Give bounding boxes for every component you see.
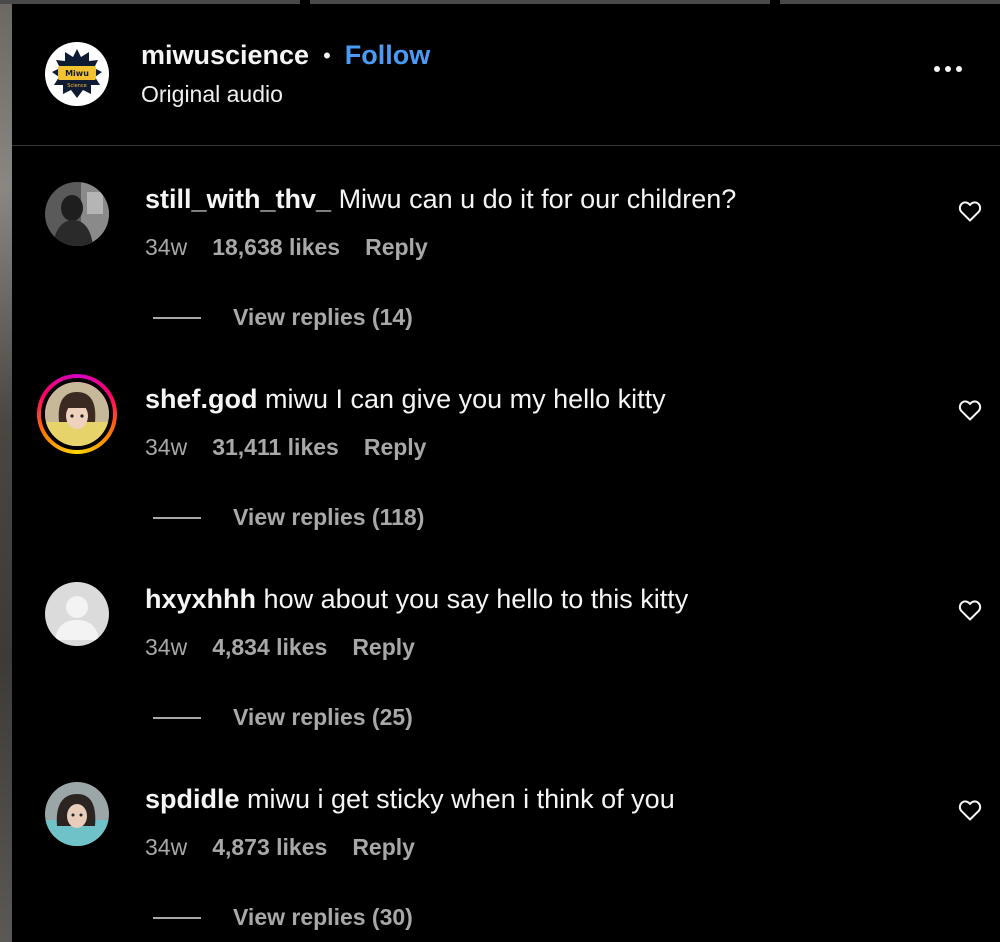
comment-age: 34w	[145, 834, 188, 860]
comment-username[interactable]: hxyxhhh	[145, 584, 256, 614]
view-replies-label: View replies (30)	[233, 904, 413, 930]
comment-age: 34w	[145, 434, 188, 460]
comment-text-line: still_with_thv_ Miwu can u do it for our…	[145, 184, 736, 215]
view-replies-button[interactable]: View replies (30)	[153, 904, 413, 931]
comment-body: miwu I can give you my hello kitty	[265, 384, 666, 414]
account-name[interactable]: miwuscience	[141, 40, 309, 71]
comment-body: miwu i get sticky when i think of you	[247, 784, 675, 814]
comment-text-line: hxyxhhh how about you say hello to this …	[145, 584, 688, 615]
view-replies-label: View replies (25)	[233, 704, 413, 730]
original-audio-link[interactable]: Original audio	[141, 81, 283, 108]
comment-meta: 34w 31,411 likes Reply	[145, 434, 451, 461]
reply-button[interactable]: Reply	[352, 634, 415, 661]
commenter-avatar[interactable]	[45, 182, 109, 246]
comment-likes[interactable]: 18,638 likes	[212, 234, 340, 261]
comment-item: shef.god miwu I can give you my hello ki…	[12, 346, 1000, 546]
heart-icon[interactable]	[958, 599, 982, 621]
comment-item: spdidle miwu i get sticky when i think o…	[12, 746, 1000, 942]
comment-username[interactable]: still_with_thv_	[145, 184, 331, 214]
reply-button[interactable]: Reply	[352, 834, 415, 861]
reply-button[interactable]: Reply	[364, 434, 427, 461]
account-avatar[interactable]: Miwu Science	[45, 42, 109, 106]
comment-text-line: shef.god miwu I can give you my hello ki…	[145, 384, 666, 415]
comment-age: 34w	[145, 634, 188, 660]
comment-likes[interactable]: 4,834 likes	[212, 634, 327, 661]
comment-meta: 34w 4,834 likes Reply	[145, 634, 440, 661]
svg-text:Miwu: Miwu	[65, 69, 89, 78]
heart-icon[interactable]	[958, 799, 982, 821]
comment-age: 34w	[145, 234, 188, 260]
miwu-science-logo: Miwu Science	[52, 49, 102, 98]
view-replies-label: View replies (118)	[233, 504, 425, 530]
comment-body: Miwu can u do it for our children?	[338, 184, 737, 214]
heart-icon[interactable]	[958, 399, 982, 421]
comment-likes[interactable]: 31,411 likes	[212, 434, 339, 461]
comment-item: still_with_thv_ Miwu can u do it for our…	[12, 146, 1000, 346]
commenter-avatar[interactable]	[45, 782, 109, 846]
commenter-avatar-story-ring[interactable]	[37, 374, 117, 454]
replies-divider-line	[153, 916, 201, 919]
view-replies-button[interactable]: View replies (118)	[153, 504, 424, 531]
separator-dot: •	[323, 42, 331, 68]
commenter-avatar-default[interactable]	[45, 582, 109, 646]
replies-divider-line	[153, 516, 201, 519]
view-replies-label: View replies (14)	[233, 304, 413, 330]
comment-meta: 34w 4,873 likes Reply	[145, 834, 440, 861]
heart-icon[interactable]	[958, 200, 982, 222]
comment-item: hxyxhhh how about you say hello to this …	[12, 546, 1000, 746]
comment-username[interactable]: spdidle	[145, 784, 240, 814]
replies-divider-line	[153, 316, 201, 319]
comment-body: how about you say hello to this kitty	[263, 584, 689, 614]
comment-username[interactable]: shef.god	[145, 384, 258, 414]
comment-text-line: spdidle miwu i get sticky when i think o…	[145, 784, 675, 815]
view-replies-button[interactable]: View replies (25)	[153, 704, 413, 731]
more-options-icon[interactable]	[934, 66, 962, 72]
svg-text:Science: Science	[67, 83, 86, 89]
background-video-edge	[0, 0, 12, 942]
account-row: miwuscience • Follow	[141, 40, 430, 71]
reply-button[interactable]: Reply	[365, 234, 428, 261]
view-replies-button[interactable]: View replies (14)	[153, 304, 413, 331]
replies-divider-line	[153, 716, 201, 719]
comments-panel: Miwu Science miwuscience • Follow Origin…	[12, 4, 1000, 942]
post-header: Miwu Science miwuscience • Follow Origin…	[12, 4, 1000, 146]
comment-likes[interactable]: 4,873 likes	[212, 834, 327, 861]
comment-meta: 34w 18,638 likes Reply	[145, 234, 453, 261]
follow-button[interactable]: Follow	[345, 40, 430, 71]
